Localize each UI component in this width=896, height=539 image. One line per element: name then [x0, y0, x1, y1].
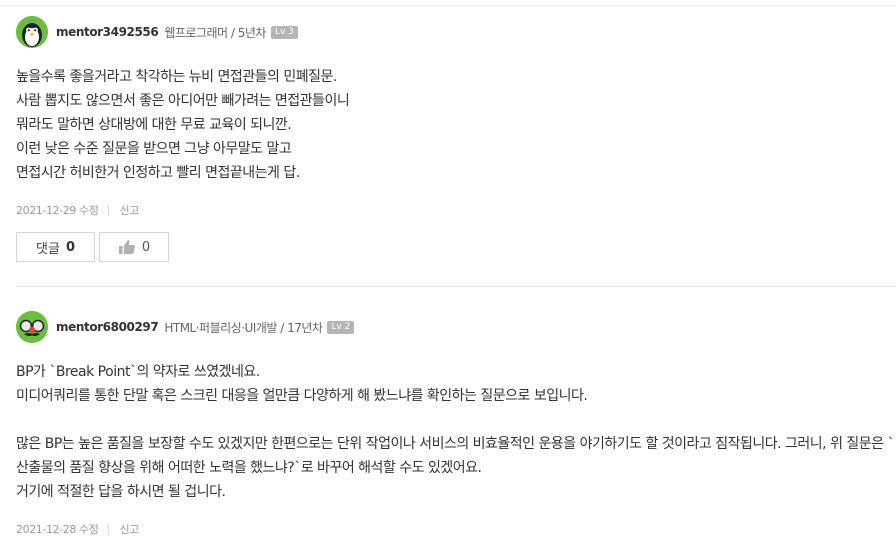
- separator: [108, 204, 110, 216]
- content-line: 높을수록 좋을거라고 착각하는 뉴비 면접관들의 민폐질문.: [16, 69, 337, 85]
- answer-date: 2021-12-29 수정: [16, 204, 99, 217]
- comment-count: 0: [65, 239, 75, 255]
- content-line: 거기에 적절한 답을 하시면 될 겁니다.: [16, 484, 226, 500]
- username[interactable]: mentor6800297: [56, 320, 159, 334]
- top-border: [0, 5, 896, 6]
- penguin-icon: [16, 16, 48, 48]
- username[interactable]: mentor3492556: [56, 25, 159, 39]
- avatar[interactable]: [16, 311, 48, 343]
- answer-date-row: 2021-12-28 수정 신고: [16, 521, 896, 537]
- answer-author: mentor3492556 웹프로그래머 / 5년차 Lv 3: [16, 16, 896, 48]
- thumbs-up-icon: [118, 240, 135, 254]
- answer-date: 2021-12-28 수정: [16, 523, 99, 536]
- comment-button[interactable]: 댓글 0: [16, 232, 95, 262]
- answer-actions: 댓글 0 0: [16, 232, 896, 262]
- content-line: 뭐라도 말하면 상대방에 대한 무료 교육이 되니깐.: [16, 117, 292, 133]
- content-paragraph: 많은 BP는 높은 품질을 보장할 수도 있겠지만 한편으로는 단위 작업이나 …: [16, 436, 895, 476]
- level-badge: Lv 2: [327, 320, 355, 334]
- answer-divider: [16, 286, 896, 287]
- comment-label: 댓글: [36, 241, 60, 257]
- content-line: 사람 뽑지도 않으면서 좋은 아디어만 빼가려는 면접관들이니: [16, 93, 350, 109]
- content-line: 이런 낮은 수준 질문을 받으면 그냥 아무말도 말고: [16, 141, 292, 157]
- answer-date-row: 2021-12-29 수정 신고: [16, 202, 896, 218]
- author-meta: HTML·퍼블리싱·UI개발 / 17년차: [164, 320, 323, 335]
- like-button[interactable]: 0: [99, 232, 169, 262]
- content-line: 면접시간 허비한거 인정하고 빨리 면접끝내는게 답.: [16, 165, 300, 181]
- content-line: 미디어쿼리를 통한 단말 혹은 스크린 대응을 얼만큼 다양하게 해 봤느냐를 …: [16, 388, 588, 404]
- avatar[interactable]: [16, 16, 48, 48]
- separator: [108, 523, 110, 535]
- level-badge: Lv 3: [270, 25, 298, 39]
- answer-content: BP가 `Break Point`의 약자로 쓰였겠네요. 미디어쿼리를 통한 …: [16, 360, 896, 504]
- answer-author: mentor6800297 HTML·퍼블리싱·UI개발 / 17년차 Lv 2: [16, 311, 896, 343]
- like-count: 0: [141, 239, 151, 255]
- report-link[interactable]: 신고: [119, 202, 139, 218]
- content-line: BP가 `Break Point`의 약자로 쓰였겠네요.: [16, 364, 260, 380]
- author-meta: 웹프로그래머 / 5년차: [164, 25, 266, 40]
- answer-item: mentor6800297 HTML·퍼블리싱·UI개발 / 17년차 Lv 2…: [16, 311, 896, 537]
- disguise-glasses-icon: [16, 311, 48, 343]
- report-link[interactable]: 신고: [119, 521, 139, 537]
- answer-content: 높을수록 좋을거라고 착각하는 뉴비 면접관들의 민폐질문. 사람 뽑지도 않으…: [16, 65, 896, 185]
- answer-item: mentor3492556 웹프로그래머 / 5년차 Lv 3 높을수록 좋을거…: [16, 16, 896, 262]
